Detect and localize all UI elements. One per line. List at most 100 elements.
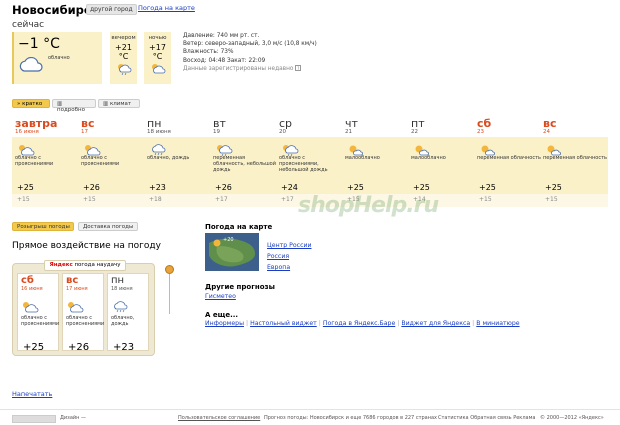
day-condition: переменная облачность, небольшой дождь xyxy=(213,155,276,173)
widget-day-cell: пн 18 июня облачно, дождь +23 xyxy=(107,273,149,353)
forecast-day[interactable]: вт 19 переменная облачность, небольшой дож… xyxy=(213,117,279,203)
day-condition: облачно, дождь xyxy=(147,155,190,161)
moon-cloud-icon xyxy=(151,64,165,74)
info-icon[interactable]: ? xyxy=(295,64,302,71)
forecast-day[interactable]: пт 22 малооблачно +25 +14 xyxy=(411,117,477,203)
day-condition: переменная облачность xyxy=(477,155,541,161)
gismeteo-link[interactable]: Гисметео xyxy=(205,293,236,300)
day-temp: +25 xyxy=(479,183,496,192)
informers-link[interactable]: Информеры xyxy=(205,320,244,327)
day-temp: +26 xyxy=(215,183,232,192)
widget-brand-text: погода наудачу xyxy=(74,262,121,268)
sun-rain-icon xyxy=(117,64,131,76)
footer-forecast: Прогноз погоды: Новосибирск и еще 7686 г… xyxy=(264,415,438,421)
widget-day-cell: вс 17 июня облачно с прояснениями +26 xyxy=(62,273,105,353)
now-sky: облачно xyxy=(48,55,70,61)
weather-map-thumbnail[interactable]: +20 xyxy=(205,233,259,271)
forecast-day[interactable]: чт 21 малооблачно +25 +15 xyxy=(345,117,411,203)
map-link-russia[interactable]: Россия xyxy=(267,251,312,262)
map-links: Центр России Россия Европа xyxy=(267,240,312,273)
sunrise-sunset: Восход: 04:48 Закат: 22:09 xyxy=(183,57,266,64)
pressure: Давление: 740 мм рт. ст. xyxy=(183,33,260,39)
widget-day-name: сб xyxy=(21,275,34,286)
widget-day-name: вс xyxy=(66,275,79,286)
registered-note: Данные зарегистрированы недавно ? xyxy=(183,64,317,73)
tab-climate-label: климат xyxy=(109,101,132,107)
day-condition: малооблачно xyxy=(411,155,446,161)
desktop-widget-link[interactable]: Настольный виджет xyxy=(250,320,317,327)
widget-day-condition: облачно с прояснениями xyxy=(21,315,60,327)
map-link-center[interactable]: Центр России xyxy=(267,240,312,251)
other-forecasts-title: Другие прогнозы xyxy=(205,283,275,291)
night-temp: +17 xyxy=(281,196,294,203)
widget-day-condition: облачно, дождь xyxy=(111,315,135,327)
map-title: Погода на карте xyxy=(205,223,273,231)
widget-day-temp: +25 xyxy=(23,342,45,353)
night-temp: +17 xyxy=(215,196,228,203)
yandex-bar-link[interactable]: Погода в Яндекс.Баре xyxy=(323,320,395,327)
night-temp: +15 xyxy=(545,196,558,203)
evening-temp: +21 °C xyxy=(115,43,132,61)
day-temp: +23 xyxy=(149,183,166,192)
forecast-day[interactable]: вс 17 облачно с прояснениями +26 +15 xyxy=(81,117,147,203)
day-condition: облачно с прояснениями, небольшой дождь xyxy=(279,155,328,173)
evening-label: вечером xyxy=(111,35,136,41)
lever-rod xyxy=(169,274,170,314)
widget-day-condition: облачно с прояснениями xyxy=(66,315,105,327)
other-city-button[interactable]: другой город xyxy=(86,4,137,15)
night-temp: +15 xyxy=(479,196,492,203)
day-condition: облачно с прояснениями xyxy=(81,155,120,167)
tab-brief-label: кратко xyxy=(22,101,43,107)
day-temp: +25 xyxy=(17,183,34,192)
tab-detailed-label: подробно xyxy=(57,107,85,113)
now-temp: −1 °C xyxy=(18,36,60,52)
forecast-day[interactable]: пн 18 июня облачно, дождь +23 +18 xyxy=(147,117,213,203)
footer-links[interactable]: Статистика Обратная связь Реклама xyxy=(438,415,535,421)
day-date: 18 июня xyxy=(147,129,171,135)
tab-climate[interactable]: ▥ климат xyxy=(98,99,140,108)
night-temp: +17 °C xyxy=(149,43,166,61)
day-condition: облачно с прояснениями xyxy=(15,155,54,167)
agreement-link[interactable]: Пользовательское соглашение xyxy=(178,415,260,421)
forecast-day[interactable]: сб 23 переменная облачность +25 +15 xyxy=(477,117,543,203)
yandex-widget-link[interactable]: Виджет для Яндекса xyxy=(401,320,470,327)
mini-link[interactable]: В миниатюре xyxy=(476,320,519,327)
night-temp: +15 xyxy=(17,196,30,203)
weather-map-link[interactable]: Погода на карте xyxy=(138,4,195,12)
footer-design: Дизайн — xyxy=(60,415,86,421)
forecast-day[interactable]: завтра 16 июня облачно с прояснениями +25 +1… xyxy=(15,117,81,203)
footer-copyright: © 2000—2012 «Яндекс» xyxy=(540,415,604,421)
tab-lottery[interactable]: Розыгрыш погоды xyxy=(12,222,74,231)
night-block: ночью +17 °C xyxy=(144,32,171,84)
humidity: Влажность: 73% xyxy=(183,49,234,56)
wind: Ветер: северо-западный, 3,0 м/с (10,8 км… xyxy=(183,41,317,48)
map-link-europe[interactable]: Европа xyxy=(267,262,312,273)
tab-detailed[interactable]: ▥ подробно xyxy=(52,99,96,113)
registered-text: Данные зарегистрированы недавно xyxy=(183,65,294,72)
day-temp: +25 xyxy=(347,183,364,192)
night-temp: +18 xyxy=(149,196,162,203)
day-temp: +25 xyxy=(413,183,430,192)
forecast-day[interactable]: вс 24 переменная облачность +25 +15 xyxy=(543,117,609,203)
widget-day-name: пн xyxy=(111,275,125,286)
evening-block: вечером +21 °C xyxy=(110,32,137,84)
widget-day-cell: сб 16 июня облачно с прояснениями +25 xyxy=(17,273,60,353)
tab-brief[interactable]: » кратко xyxy=(12,99,50,108)
widget-day-date: 18 июня xyxy=(111,286,133,292)
forecast-day[interactable]: ср 20 облачно с прояснениями, небольшой до… xyxy=(279,117,345,203)
widget-brand-tab: Яндекс погода наудачу xyxy=(44,260,126,271)
night-temp: +15 xyxy=(83,196,96,203)
cloud-icon xyxy=(18,56,44,77)
widget-day-temp: +26 xyxy=(68,342,90,353)
map-badge: +20 xyxy=(223,237,234,243)
watermark: shopHelp.ru xyxy=(298,193,439,218)
more-links: Информеры | Настольный виджет | Погода в Янд… xyxy=(205,320,520,327)
widget-title: Прямое воздействие на погоду xyxy=(12,241,161,251)
now-title: сейчас xyxy=(12,20,45,30)
lever-knob[interactable] xyxy=(165,265,174,274)
night-label: ночью xyxy=(148,35,167,41)
footer-logo[interactable] xyxy=(12,415,56,423)
tab-delivery[interactable]: Доставка погоды xyxy=(78,222,138,231)
footer: Дизайн — Пользовательское соглашение Про… xyxy=(0,409,620,425)
print-link[interactable]: Напечатать xyxy=(12,390,52,398)
